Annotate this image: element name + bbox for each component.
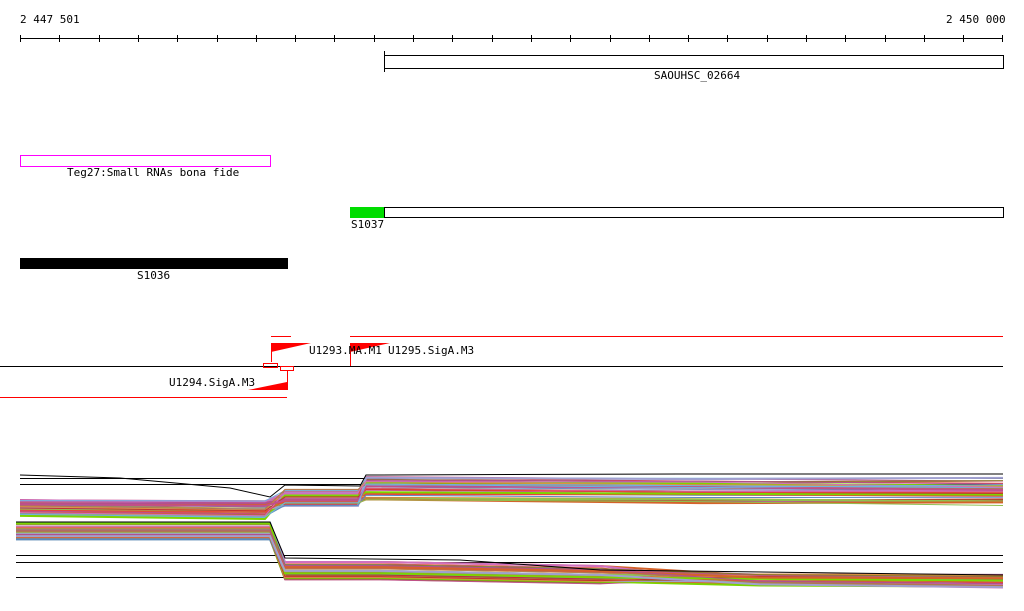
expression-line [16, 536, 1004, 580]
expression-profiles [16, 473, 1004, 589]
